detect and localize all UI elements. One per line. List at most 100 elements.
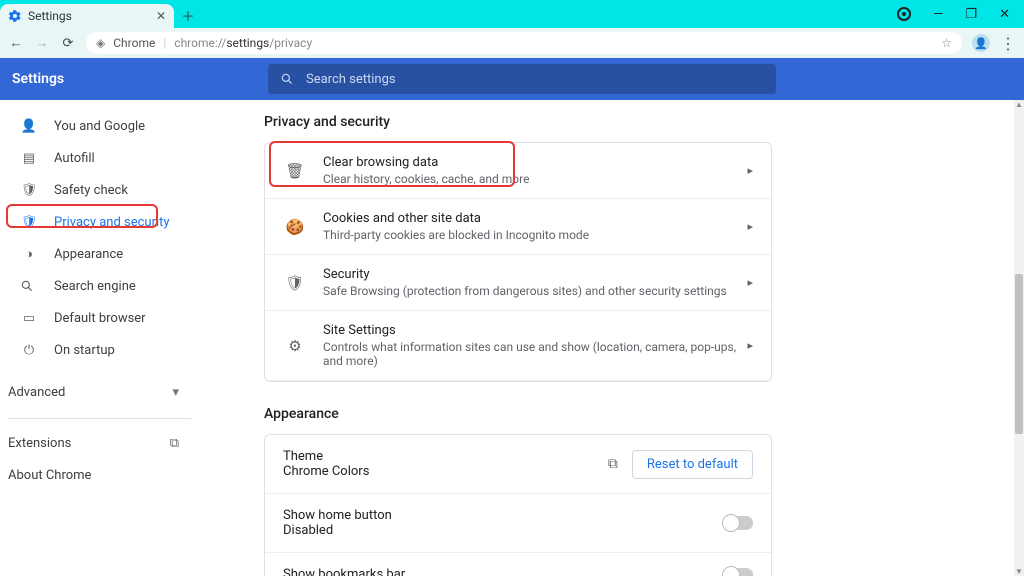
sidebar-item-privacy-security[interactable]: 🛡 Privacy and security — [0, 206, 199, 238]
theme-title: Theme — [283, 449, 608, 464]
row-title: Site Settings — [323, 323, 747, 338]
advanced-label: Advanced — [8, 385, 65, 400]
account-indicator-icon[interactable] — [897, 7, 911, 21]
row-title: Security — [323, 267, 747, 282]
row-desc: Third-party cookies are blocked in Incog… — [323, 228, 747, 242]
shield-check-icon: 🛡 — [20, 183, 38, 198]
sidebar-advanced-toggle[interactable]: Advanced ▾ — [0, 374, 199, 410]
chevron-right-icon: ▸ — [747, 220, 753, 233]
address-bar[interactable]: ◈ Chrome | chrome://settings/privacy ☆ — [86, 32, 962, 54]
row-clear-browsing-data[interactable]: 🗑 Clear browsing data Clear history, coo… — [265, 143, 771, 199]
chevron-down-icon: ▾ — [172, 385, 179, 400]
settings-main: Privacy and security 🗑 Clear browsing da… — [200, 100, 1024, 576]
window-controls: — ❐ ✕ — [897, 0, 1024, 28]
url-scheme: Chrome — [113, 36, 155, 50]
chevron-right-icon: ▸ — [747, 339, 753, 352]
cookie-icon: 🍪 — [283, 218, 307, 236]
privacy-card: 🗑 Clear browsing data Clear history, coo… — [264, 142, 772, 382]
chevron-right-icon: ▸ — [747, 164, 753, 177]
gear-icon — [8, 9, 22, 23]
row-title: Cookies and other site data — [323, 211, 747, 226]
open-external-icon[interactable]: ⧉ — [608, 456, 618, 472]
home-button-toggle[interactable] — [723, 516, 753, 530]
sidebar-item-label: Appearance — [54, 247, 123, 262]
url-path-tail: /privacy — [269, 36, 312, 50]
row-security[interactable]: 🛡 Security Safe Browsing (protection fro… — [265, 255, 771, 311]
browser-tab[interactable]: Settings ✕ — [0, 4, 174, 28]
row-bookmarks-bar: Show bookmarks bar — [265, 553, 771, 576]
sidebar-item-label: Default browser — [54, 311, 146, 326]
appearance-icon: ◑ — [20, 246, 38, 262]
new-tab-button[interactable]: ＋ — [174, 2, 202, 28]
row-desc: Controls what information sites can use … — [323, 340, 747, 368]
forward-button[interactable]: → — [34, 35, 50, 51]
appearance-card: Theme Chrome Colors ⧉ Reset to default S… — [264, 434, 772, 576]
url-host: settings — [226, 36, 269, 50]
privacy-section-heading: Privacy and security — [264, 114, 1004, 130]
sidebar-about-chrome-link[interactable]: About Chrome — [0, 459, 199, 491]
row-desc: Safe Browsing (protection from dangerous… — [323, 284, 747, 298]
back-button[interactable]: ← — [8, 35, 24, 51]
row-theme: Theme Chrome Colors ⧉ Reset to default — [265, 435, 771, 494]
maximize-button[interactable]: ❐ — [965, 7, 977, 22]
shield-icon: 🛡 — [283, 274, 307, 292]
row-desc: Clear history, cookies, cache, and more — [323, 172, 747, 186]
browser-toolbar: ← → ⟳ ◈ Chrome | chrome://settings/priva… — [0, 28, 1024, 58]
vertical-scrollbar[interactable]: ▲ ▼ — [1014, 100, 1024, 576]
page-title: Settings — [12, 71, 268, 87]
sidebar-item-you-and-google[interactable]: 👤 You and Google — [0, 110, 199, 142]
scrollbar-thumb[interactable] — [1015, 274, 1023, 434]
tab-label: Settings — [28, 9, 72, 23]
row-site-settings[interactable]: ⚙ Site Settings Controls what informatio… — [265, 311, 771, 381]
bookmark-star-icon[interactable]: ☆ — [941, 36, 952, 50]
bookmarks-bar-toggle[interactable] — [723, 568, 753, 576]
extensions-label: Extensions — [8, 436, 71, 451]
sidebar-item-safety-check[interactable]: 🛡 Safety check — [0, 174, 199, 206]
home-button-desc: Disabled — [283, 523, 723, 538]
settings-header: Settings — [0, 58, 1024, 100]
minimize-button[interactable]: — — [933, 7, 943, 22]
settings-search[interactable] — [268, 64, 776, 94]
scrollbar-up-arrow[interactable]: ▲ — [1014, 100, 1024, 109]
bookmarks-bar-title: Show bookmarks bar — [283, 567, 723, 576]
reload-button[interactable]: ⟳ — [60, 36, 76, 51]
row-home-button: Show home button Disabled — [265, 494, 771, 553]
sidebar-item-appearance[interactable]: ◑ Appearance — [0, 238, 199, 270]
power-icon: ⏻ — [20, 343, 38, 358]
about-label: About Chrome — [8, 468, 91, 483]
search-icon — [20, 279, 38, 293]
home-button-title: Show home button — [283, 508, 723, 523]
sidebar-item-default-browser[interactable]: ▭ Default browser — [0, 302, 199, 334]
trash-icon: 🗑 — [283, 162, 307, 180]
theme-desc: Chrome Colors — [283, 464, 608, 479]
sidebar-item-autofill[interactable]: ▤ Autofill — [0, 142, 199, 174]
security-icon: 🛡 — [20, 215, 38, 230]
sidebar-divider — [8, 418, 191, 419]
sidebar-item-label: On startup — [54, 343, 115, 358]
sidebar-item-label: Safety check — [54, 183, 128, 198]
profile-avatar[interactable]: 👤 — [972, 34, 990, 52]
reset-theme-button[interactable]: Reset to default — [632, 450, 753, 479]
sidebar-item-label: You and Google — [54, 119, 145, 134]
browser-icon: ▭ — [20, 311, 38, 326]
row-cookies[interactable]: 🍪 Cookies and other site data Third-part… — [265, 199, 771, 255]
close-window-button[interactable]: ✕ — [999, 7, 1010, 22]
person-icon: 👤 — [20, 119, 38, 134]
browser-menu-button[interactable]: ⋮ — [1000, 34, 1016, 53]
settings-sidebar: 👤 You and Google ▤ Autofill 🛡 Safety che… — [0, 100, 200, 576]
url-dim-prefix: chrome:// — [174, 36, 226, 50]
open-external-icon: ⧉ — [170, 436, 179, 451]
sidebar-item-label: Privacy and security — [54, 215, 170, 230]
row-title: Clear browsing data — [323, 155, 747, 170]
appearance-section-heading: Appearance — [264, 406, 1004, 422]
tab-close-icon[interactable]: ✕ — [156, 9, 166, 23]
sidebar-extensions-link[interactable]: Extensions ⧉ — [0, 427, 199, 459]
chevron-right-icon: ▸ — [747, 276, 753, 289]
page-origin-icon: ◈ — [96, 36, 105, 50]
tune-icon: ⚙ — [283, 337, 307, 355]
sidebar-item-on-startup[interactable]: ⏻ On startup — [0, 334, 199, 366]
window-titlebar: Settings ✕ ＋ — ❐ ✕ — [0, 0, 1024, 28]
sidebar-item-search-engine[interactable]: Search engine — [0, 270, 199, 302]
settings-search-input[interactable] — [306, 72, 764, 87]
scrollbar-down-arrow[interactable]: ▼ — [1014, 567, 1024, 576]
